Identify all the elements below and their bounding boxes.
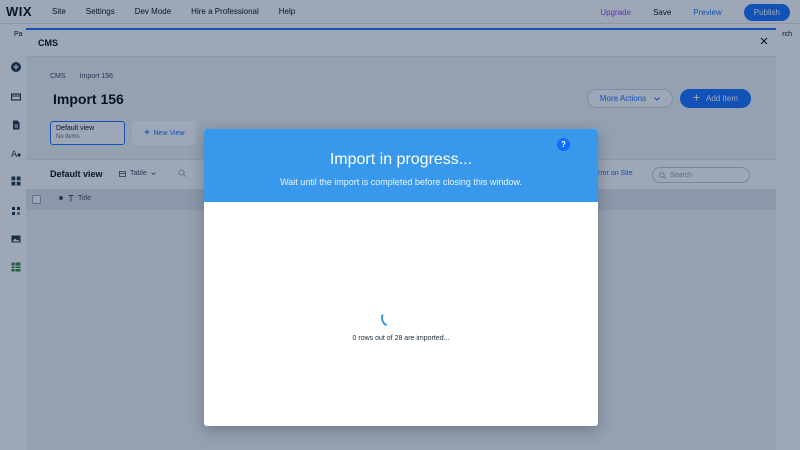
modal-subtitle: Wait until the import is completed befor… xyxy=(280,177,522,187)
modal-header: Import in progress... Wait until the imp… xyxy=(204,129,598,202)
import-progress-text: 0 rows out of 28 are imported... xyxy=(352,335,450,342)
help-icon[interactable]: ? xyxy=(557,138,570,151)
import-progress-modal: Import in progress... Wait until the imp… xyxy=(204,129,598,426)
loading-spinner xyxy=(378,306,402,330)
modal-title: Import in progress... xyxy=(329,151,473,168)
